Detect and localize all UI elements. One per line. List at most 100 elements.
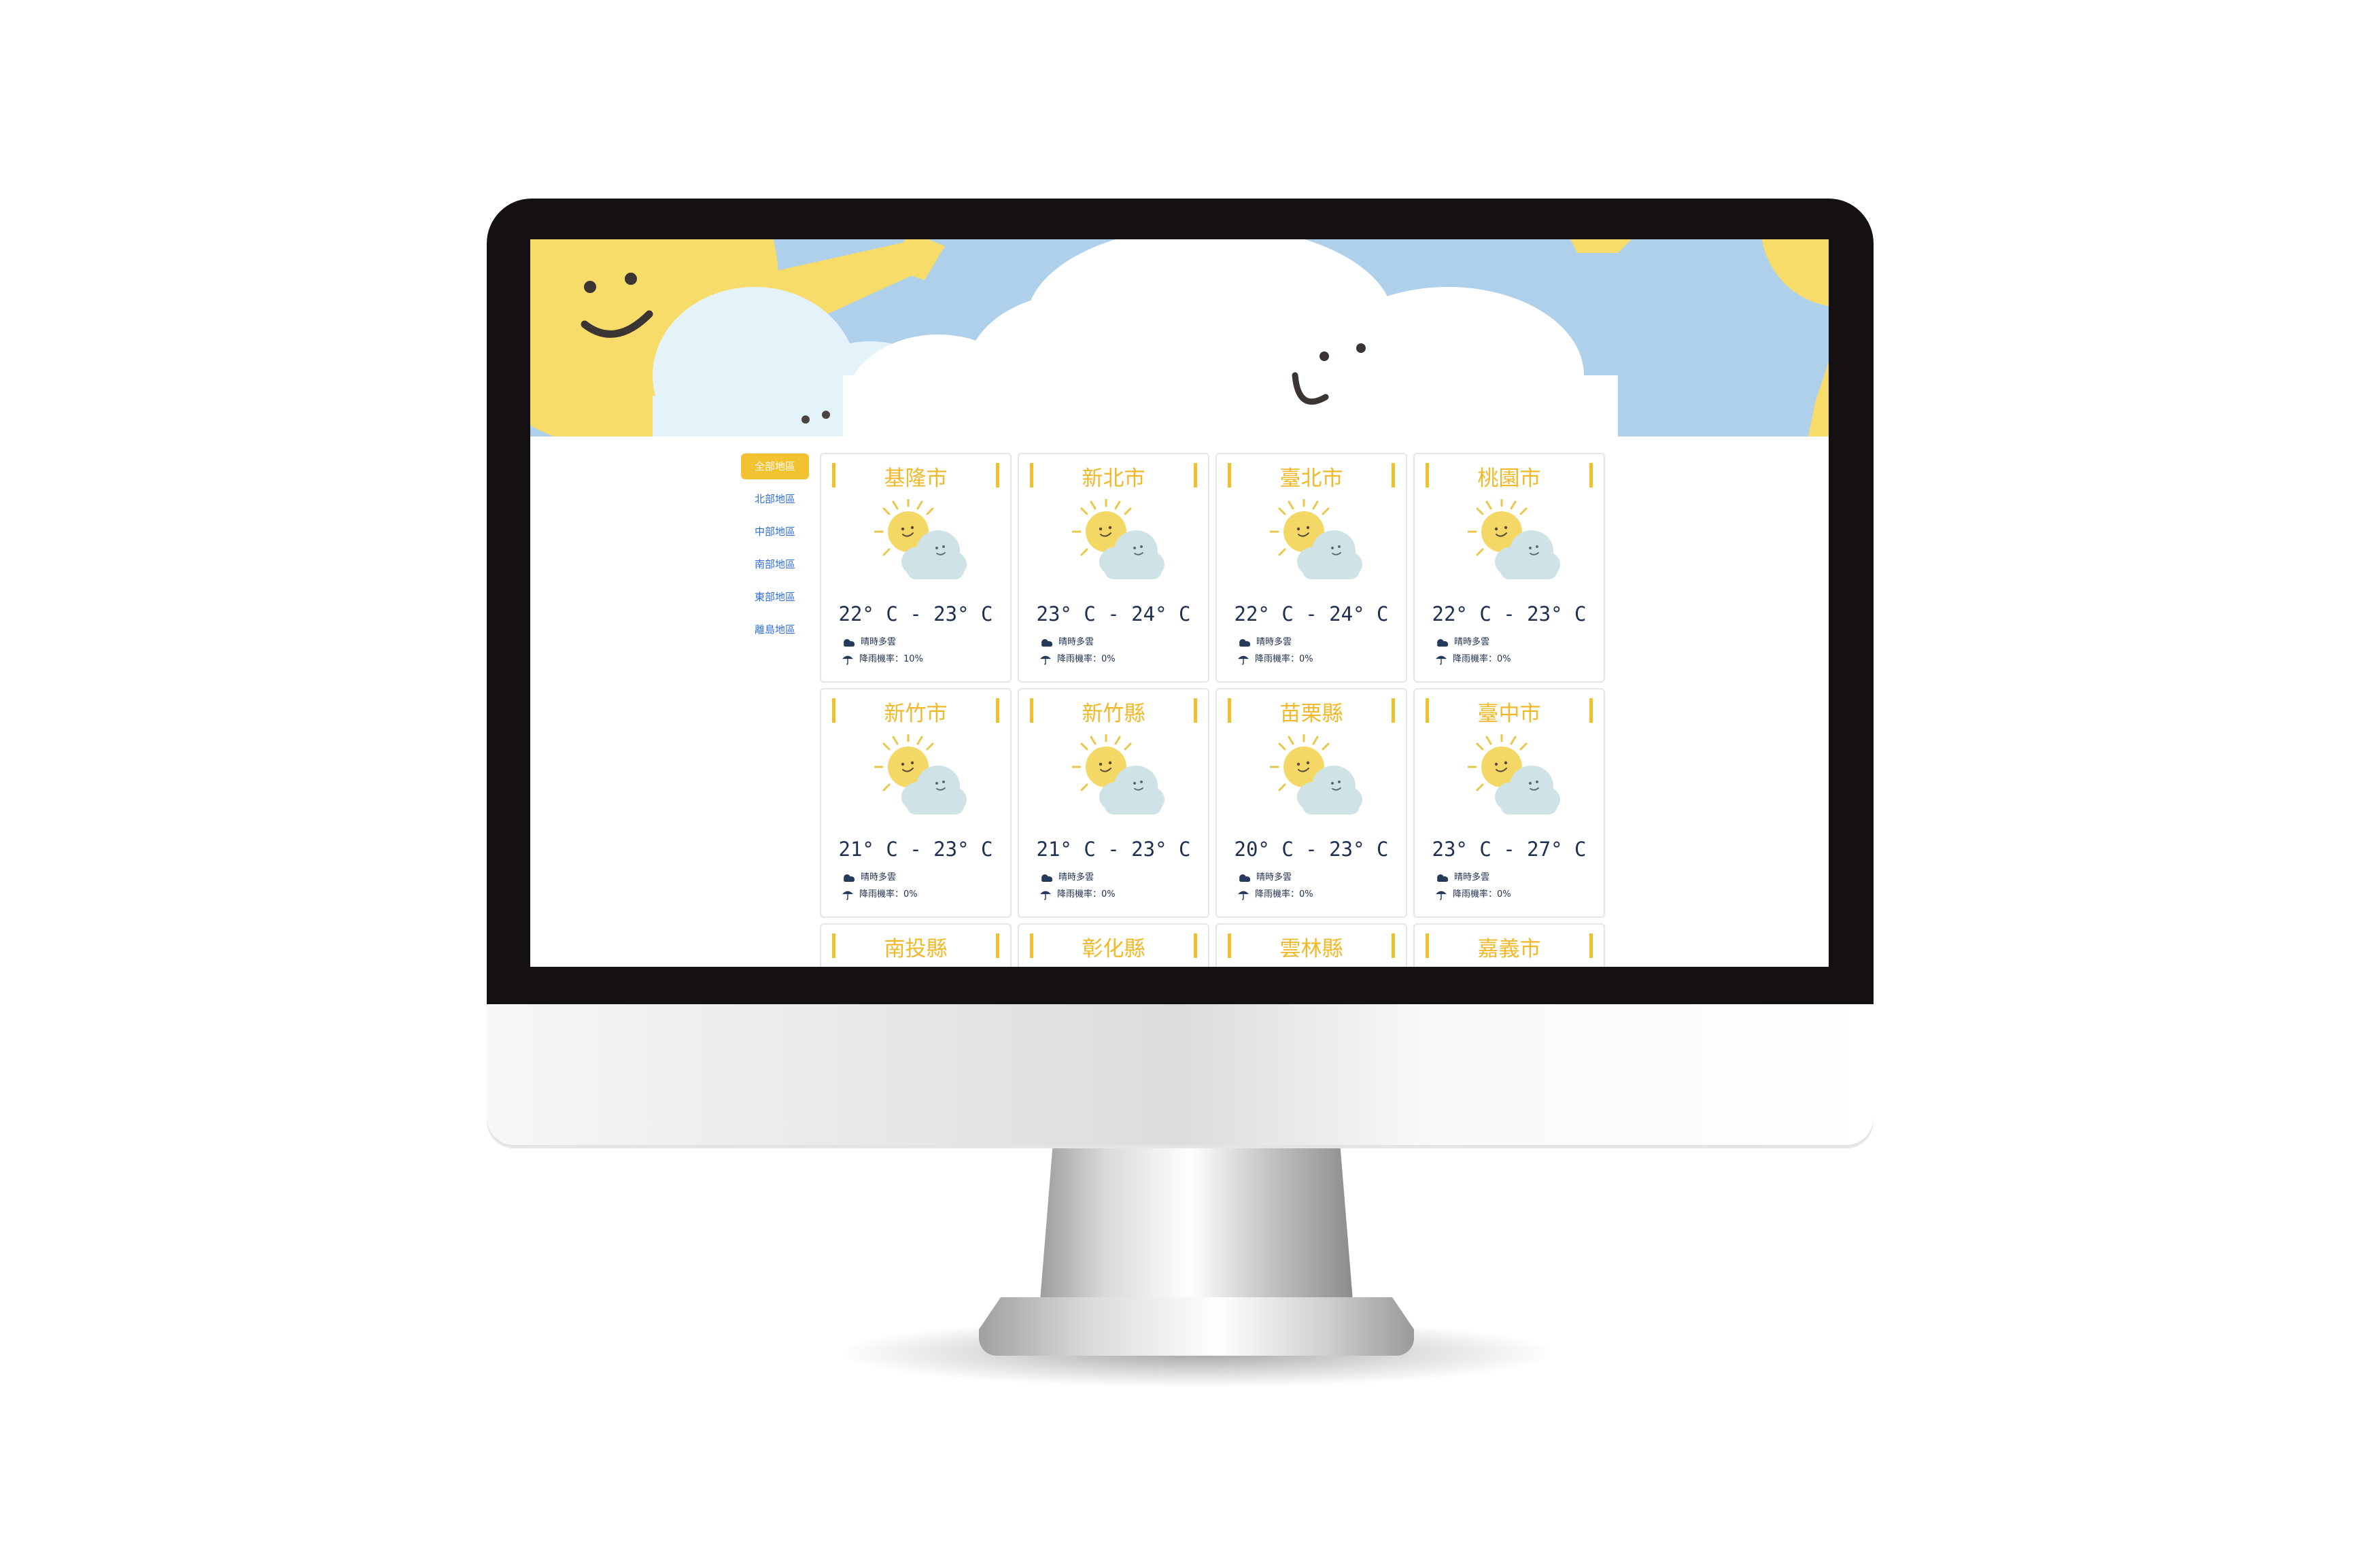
umbrella-icon (1039, 889, 1057, 900)
temperature-range: 22° C - 23° C (1432, 602, 1587, 626)
region-south-button[interactable]: 南部地區 (741, 551, 809, 577)
rain-row: 降雨機率：0% (1435, 651, 1511, 665)
weather-card[interactable]: 基隆市 22° C - 23° C 晴時多雲 降雨機率：10% (820, 453, 1012, 683)
cloud-icon (1039, 637, 1058, 647)
umbrella-icon (842, 654, 859, 665)
weather-row: 晴時多雲 (1039, 634, 1094, 648)
rain-row: 降雨機率：0% (1039, 887, 1116, 900)
temperature-range: 22° C - 24° C (1234, 602, 1389, 626)
weather-desc: 晴時多雲 (1256, 637, 1292, 647)
city-name: 南投縣 (884, 937, 948, 961)
weather-card[interactable]: 彰化縣 (1018, 923, 1209, 967)
partly-cloudy-icon (1071, 732, 1167, 823)
city-name: 雲林縣 (1279, 937, 1343, 961)
cloud-icon (1237, 637, 1256, 647)
temperature-range: 23° C - 24° C (1036, 602, 1191, 626)
rain-row: 降雨機率：0% (842, 887, 918, 900)
umbrella-icon (1039, 654, 1057, 665)
imac-stand-neck (1040, 1147, 1353, 1300)
weather-card[interactable]: 臺中市 23° C - 27° C 晴時多雲 降雨機率：0% (1413, 688, 1605, 918)
city-name: 新竹縣 (1082, 702, 1145, 726)
partly-cloudy-icon (873, 496, 969, 587)
cloud-icon (1039, 872, 1058, 883)
screen: 全部地區 北部地區 中部地區 南部地區 東部地區 離島地區 基隆市 22° C … (530, 239, 1829, 967)
temperature-range: 21° C - 23° C (1036, 838, 1191, 861)
temperature-range: 21° C - 23° C (838, 838, 993, 861)
umbrella-icon (1237, 654, 1255, 665)
weather-banner (530, 239, 1829, 436)
partly-cloudy-icon (1466, 732, 1563, 823)
umbrella-icon (842, 889, 859, 900)
rain-chance: 降雨機率：0% (1453, 889, 1511, 900)
city-name: 桃園市 (1477, 466, 1541, 491)
weather-row: 晴時多雲 (1039, 870, 1094, 883)
cloud-icon (842, 637, 861, 647)
partly-cloudy-icon (1269, 496, 1365, 587)
weather-row: 晴時多雲 (1237, 634, 1292, 648)
rain-row: 降雨機率：0% (1237, 887, 1313, 900)
weather-row: 晴時多雲 (1435, 634, 1489, 648)
region-islands-button[interactable]: 離島地區 (741, 617, 809, 643)
cloud-icon (1435, 637, 1454, 647)
weather-card[interactable]: 臺北市 22° C - 24° C 晴時多雲 降雨機率：0% (1215, 453, 1407, 683)
rain-chance: 降雨機率：0% (1255, 889, 1313, 900)
weather-desc: 晴時多雲 (1058, 637, 1094, 647)
cloud-icon (1435, 872, 1454, 883)
umbrella-icon (1435, 889, 1453, 900)
temperature-range: 23° C - 27° C (1432, 838, 1587, 861)
weather-card[interactable]: 新竹縣 21° C - 23° C 晴時多雲 降雨機率：0% (1018, 688, 1209, 918)
region-east-button[interactable]: 東部地區 (741, 584, 809, 610)
region-central-button[interactable]: 中部地區 (741, 519, 809, 545)
weather-desc: 晴時多雲 (1256, 872, 1292, 883)
city-name: 苗栗縣 (1279, 702, 1343, 726)
partly-cloudy-icon (1269, 732, 1365, 823)
region-all-button[interactable]: 全部地區 (741, 453, 809, 479)
weather-card[interactable]: 新竹市 21° C - 23° C 晴時多雲 降雨機率：0% (820, 688, 1012, 918)
partly-cloudy-icon (1071, 496, 1167, 587)
weather-desc: 晴時多雲 (1454, 872, 1490, 883)
temperature-range: 20° C - 23° C (1234, 838, 1389, 861)
weather-card[interactable]: 南投縣 (820, 923, 1012, 967)
region-north-button[interactable]: 北部地區 (741, 486, 809, 512)
weather-desc: 晴時多雲 (861, 637, 897, 647)
rain-chance: 降雨機率：0% (859, 889, 918, 900)
weather-row: 晴時多雲 (1237, 870, 1292, 883)
imac-stand-base (979, 1297, 1414, 1356)
umbrella-icon (1237, 889, 1255, 900)
cloud-icon (1237, 872, 1256, 883)
weather-row: 晴時多雲 (842, 634, 896, 648)
weather-card[interactable]: 新北市 23° C - 24° C 晴時多雲 降雨機率：0% (1018, 453, 1209, 683)
weather-card[interactable]: 嘉義市 (1413, 923, 1605, 967)
weather-card[interactable]: 桃園市 22° C - 23° C 晴時多雲 降雨機率：0% (1413, 453, 1605, 683)
rain-chance: 降雨機率：0% (1057, 654, 1116, 664)
rain-row: 降雨機率：0% (1039, 651, 1116, 665)
weather-desc: 晴時多雲 (1058, 872, 1094, 883)
city-name: 臺北市 (1279, 466, 1343, 491)
partly-cloudy-icon (873, 732, 969, 823)
region-sidebar: 全部地區 北部地區 中部地區 南部地區 東部地區 離島地區 (741, 453, 809, 649)
cloud-icon (842, 872, 861, 883)
partly-cloudy-icon (1466, 496, 1563, 587)
rain-row: 降雨機率：0% (1435, 887, 1511, 900)
rain-chance: 降雨機率：0% (1057, 889, 1116, 900)
rain-chance: 降雨機率：0% (1255, 654, 1313, 664)
weather-card[interactable]: 雲林縣 (1215, 923, 1407, 967)
city-name: 基隆市 (884, 466, 948, 491)
imac-chin (487, 1004, 1874, 1147)
city-name: 新北市 (1082, 466, 1145, 491)
rain-chance: 降雨機率：0% (1453, 654, 1511, 664)
umbrella-icon (1435, 654, 1453, 665)
city-name: 彰化縣 (1082, 937, 1145, 961)
city-name: 新竹市 (884, 702, 948, 726)
city-name: 臺中市 (1477, 702, 1541, 726)
city-name: 嘉義市 (1477, 937, 1541, 961)
weather-desc: 晴時多雲 (1454, 637, 1490, 647)
weather-card[interactable]: 苗栗縣 20° C - 23° C 晴時多雲 降雨機率：0% (1215, 688, 1407, 918)
temperature-range: 22° C - 23° C (838, 602, 993, 626)
rain-row: 降雨機率：10% (842, 651, 923, 665)
rain-row: 降雨機率：0% (1237, 651, 1313, 665)
weather-desc: 晴時多雲 (861, 872, 897, 883)
rain-chance: 降雨機率：10% (859, 654, 923, 664)
weather-row: 晴時多雲 (842, 870, 896, 883)
weather-row: 晴時多雲 (1435, 870, 1489, 883)
